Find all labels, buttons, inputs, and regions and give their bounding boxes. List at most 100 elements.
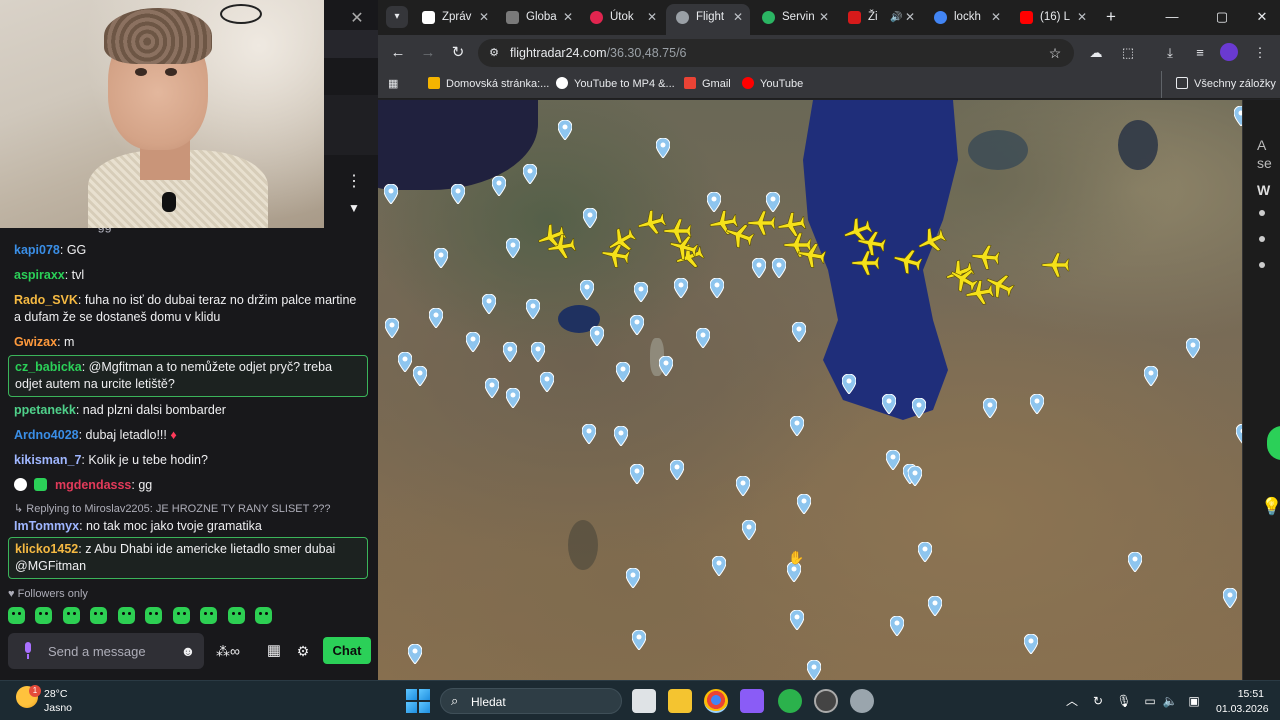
tab-close-icon[interactable]: ✕ bbox=[818, 4, 830, 31]
airport-pin-icon[interactable] bbox=[634, 282, 648, 302]
chat-username[interactable]: mgdendasss bbox=[55, 478, 131, 492]
airport-pin-icon[interactable] bbox=[696, 328, 710, 348]
bookmark-item[interactable]: Gmail bbox=[684, 71, 731, 98]
chat-message-input[interactable] bbox=[48, 633, 178, 669]
tray-chevron-up-icon[interactable]: ︿ bbox=[1064, 692, 1080, 710]
windows-start-icon[interactable] bbox=[406, 689, 430, 713]
apps-grid-icon[interactable]: ▦ bbox=[388, 71, 398, 98]
tab-close-icon[interactable]: ✕ bbox=[478, 4, 490, 31]
airport-pin-icon[interactable] bbox=[434, 248, 448, 268]
lightbulb-icon[interactable]: 💡 bbox=[1261, 496, 1280, 518]
emote-icon[interactable] bbox=[200, 607, 218, 625]
airport-pin-icon[interactable] bbox=[772, 258, 786, 278]
airport-pin-icon[interactable] bbox=[590, 326, 604, 346]
emote-icon[interactable] bbox=[172, 607, 190, 625]
airport-pin-icon[interactable] bbox=[659, 356, 673, 376]
airport-pin-icon[interactable] bbox=[656, 138, 670, 158]
airport-pin-icon[interactable] bbox=[790, 416, 804, 436]
airport-pin-icon[interactable] bbox=[674, 278, 688, 298]
radio-option[interactable] bbox=[1259, 236, 1265, 242]
airport-pin-icon[interactable] bbox=[752, 258, 766, 278]
airport-pin-icon[interactable] bbox=[506, 388, 520, 408]
address-bar[interactable]: ⚙ flightradar24.com/36.30,48.75/6 ☆ bbox=[478, 39, 1074, 67]
airport-pin-icon[interactable] bbox=[742, 520, 756, 540]
maximize-icon[interactable]: ▢ bbox=[1210, 6, 1234, 28]
emote-icon[interactable] bbox=[90, 607, 108, 625]
close-icon[interactable]: ✕ bbox=[346, 8, 368, 30]
emote-icon[interactable] bbox=[8, 607, 25, 625]
emote-icon[interactable] bbox=[35, 607, 53, 625]
bookmark-item[interactable]: YouTube to MP4 &... bbox=[556, 71, 675, 98]
airport-pin-icon[interactable] bbox=[492, 176, 506, 196]
chrome-icon[interactable] bbox=[704, 689, 728, 713]
reload-icon[interactable]: ↻ bbox=[446, 42, 470, 64]
microphone-icon[interactable] bbox=[22, 642, 34, 660]
airport-pin-icon[interactable] bbox=[616, 362, 630, 382]
chat-username[interactable]: kapi078 bbox=[14, 243, 60, 257]
bookmark-item[interactable]: YouTube bbox=[742, 71, 803, 98]
tray-mic-icon[interactable]: 🎙 bbox=[1116, 692, 1132, 710]
aircraft-icon[interactable] bbox=[544, 230, 579, 265]
chat-username[interactable]: ppetanekk bbox=[14, 403, 76, 417]
obs-icon[interactable] bbox=[814, 689, 838, 713]
airport-pin-icon[interactable] bbox=[429, 308, 443, 328]
aircraft-icon[interactable] bbox=[746, 208, 776, 238]
airport-pin-icon[interactable] bbox=[890, 616, 904, 636]
airport-pin-icon[interactable] bbox=[398, 352, 412, 372]
airport-pin-icon[interactable] bbox=[1128, 552, 1142, 572]
chat-username[interactable]: Gwizax bbox=[14, 335, 57, 349]
airport-pin-icon[interactable] bbox=[882, 394, 896, 414]
tray-sync-icon[interactable]: ↻ bbox=[1090, 692, 1106, 710]
airport-pin-icon[interactable] bbox=[630, 464, 644, 484]
airport-pin-icon[interactable] bbox=[918, 542, 932, 562]
bits-icon[interactable]: ⁂∞ bbox=[216, 642, 250, 660]
airport-pin-icon[interactable] bbox=[1186, 338, 1200, 358]
airport-pin-icon[interactable] bbox=[670, 460, 684, 480]
airport-pin-icon[interactable] bbox=[1030, 394, 1044, 414]
minimize-icon[interactable]: — bbox=[1160, 6, 1184, 28]
airport-pin-icon[interactable] bbox=[614, 426, 628, 446]
file-explorer-icon[interactable] bbox=[668, 689, 692, 713]
tray-network-icon[interactable]: ▭ bbox=[1142, 692, 1158, 710]
aircraft-icon[interactable] bbox=[794, 238, 829, 273]
airport-pin-icon[interactable] bbox=[583, 208, 597, 228]
airport-pin-icon[interactable] bbox=[630, 315, 644, 335]
download-icon[interactable]: ⤓ bbox=[1160, 43, 1180, 63]
store-icon[interactable]: ▦ bbox=[265, 642, 283, 660]
airport-pin-icon[interactable] bbox=[523, 164, 537, 184]
clock-date[interactable]: 01.03.2026 bbox=[1216, 703, 1269, 715]
airport-pin-icon[interactable] bbox=[384, 184, 398, 204]
airport-pin-icon[interactable] bbox=[983, 398, 997, 418]
browser-tab[interactable]: Útok ✕ bbox=[580, 4, 664, 31]
new-tab-plus-icon[interactable]: + bbox=[1100, 6, 1122, 28]
tab-close-icon[interactable]: ✕ bbox=[904, 4, 916, 31]
browser-tab[interactable]: Servin ✕ bbox=[752, 4, 836, 31]
chat-settings-gear-icon[interactable]: ⚙ bbox=[294, 642, 312, 660]
airport-pin-icon[interactable] bbox=[503, 342, 517, 362]
tab-close-icon[interactable]: ✕ bbox=[1076, 4, 1088, 31]
airport-pin-icon[interactable] bbox=[1234, 106, 1242, 126]
airport-pin-icon[interactable] bbox=[912, 398, 926, 418]
airport-pin-icon[interactable] bbox=[790, 610, 804, 630]
airport-pin-icon[interactable] bbox=[1223, 588, 1237, 608]
bookmark-item[interactable]: Domovská stránka:... bbox=[428, 71, 549, 98]
emote-icon[interactable] bbox=[227, 607, 245, 625]
chat-username[interactable]: cz_babicka bbox=[15, 360, 82, 374]
browser-tab[interactable]: lockh ✕ bbox=[924, 4, 1008, 31]
radio-option[interactable] bbox=[1259, 262, 1265, 268]
emote-icon[interactable] bbox=[117, 607, 135, 625]
airport-pin-icon[interactable] bbox=[408, 644, 422, 664]
airport-pin-icon[interactable] bbox=[582, 424, 596, 444]
airport-pin-icon[interactable] bbox=[807, 660, 821, 680]
tab-close-icon[interactable]: ✕ bbox=[646, 4, 658, 31]
bookmark-star-icon[interactable]: ☆ bbox=[1046, 44, 1064, 62]
airport-pin-icon[interactable] bbox=[712, 556, 726, 576]
tab-audio-icon[interactable]: 🔊 bbox=[890, 4, 902, 31]
airport-pin-icon[interactable] bbox=[886, 450, 900, 470]
camera-app-icon[interactable] bbox=[740, 689, 764, 713]
airport-pin-icon[interactable] bbox=[792, 322, 806, 342]
airport-pin-icon[interactable] bbox=[908, 466, 922, 486]
airport-pin-icon[interactable] bbox=[558, 120, 572, 140]
task-view-icon[interactable] bbox=[632, 689, 656, 713]
aircraft-icon[interactable] bbox=[850, 248, 880, 278]
